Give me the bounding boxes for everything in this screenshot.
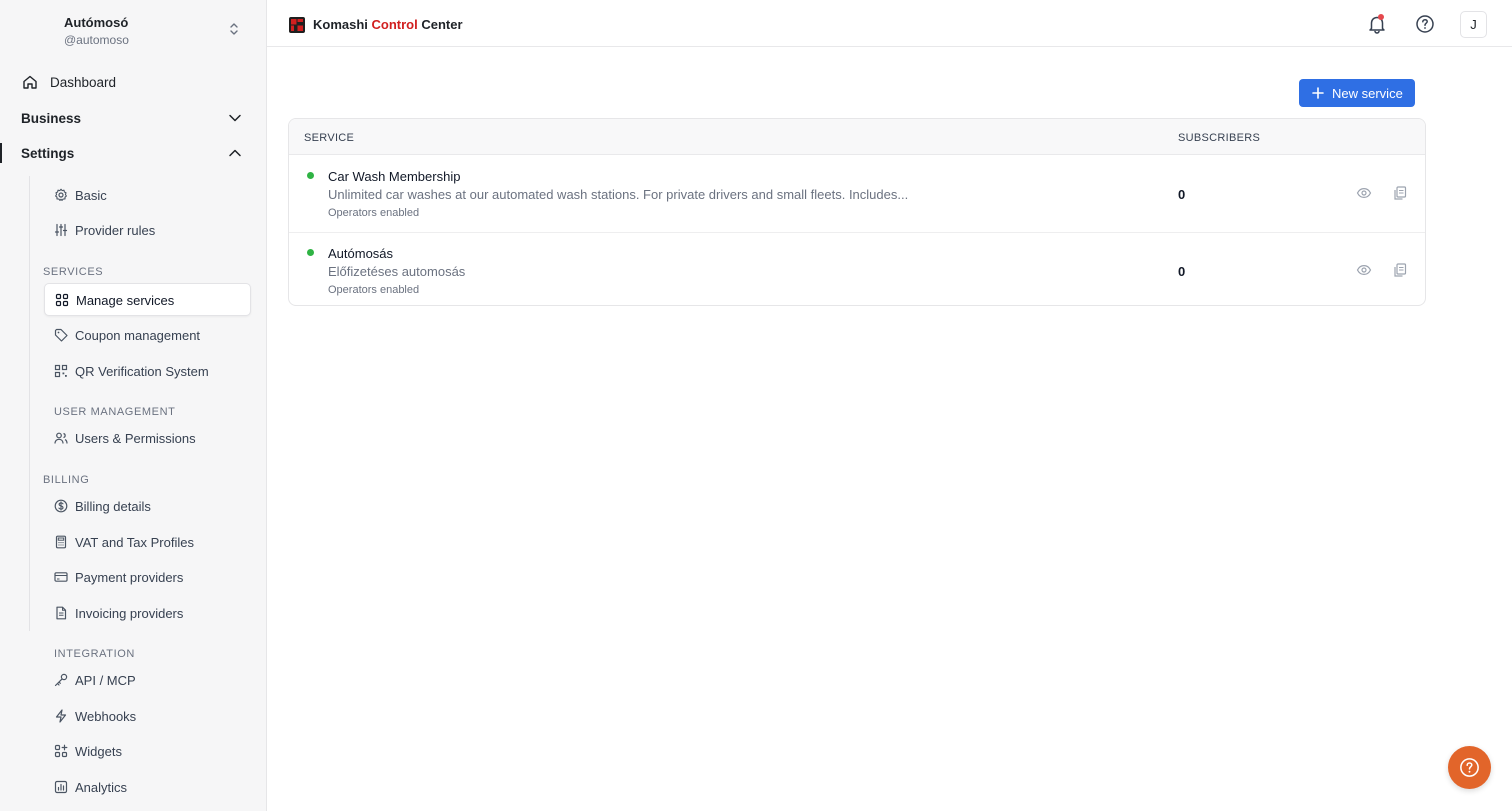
status-dot-active (307, 249, 314, 256)
chevron-updown-icon (230, 23, 238, 35)
help-chat-button[interactable] (1448, 746, 1491, 789)
home-icon (23, 75, 37, 89)
credit-card-icon (54, 572, 68, 582)
subscriber-count: 0 (1178, 187, 1186, 202)
brand-name: Komashi (313, 17, 372, 32)
question-circle-icon (1460, 758, 1479, 777)
sidebar-item-payment-providers[interactable]: Payment providers (44, 561, 251, 594)
file-invoice-icon (56, 606, 67, 620)
chevron-down-icon (229, 114, 241, 122)
sidebar-item-users-permissions[interactable]: Users & Permissions (44, 422, 251, 455)
users-icon (54, 432, 68, 444)
sidebar-item-webhooks-label: Webhooks (75, 709, 137, 724)
nav-dashboard[interactable]: Dashboard (0, 67, 267, 97)
sidebar: Autómosó @automoso Dashboard Business Se… (0, 0, 267, 811)
sidebar-item-billing-details[interactable]: Billing details (44, 490, 251, 523)
org-handle: @automoso (64, 33, 129, 47)
brand-logo-icon (289, 17, 305, 33)
sidebar-item-analytics-label: Analytics (75, 780, 128, 795)
service-meta: Operators enabled (328, 207, 420, 219)
bolt-icon (55, 709, 67, 723)
nav-business-label: Business (21, 111, 82, 126)
key-icon (54, 673, 68, 687)
dollar-circle-icon (54, 499, 68, 513)
section-heading-integration: INTEGRATION (54, 648, 135, 660)
sidebar-item-analytics[interactable]: Analytics (44, 771, 251, 804)
sidebar-item-vat-tax[interactable]: VAT and Tax Profiles (44, 526, 251, 559)
sidebar-item-webhooks[interactable]: Webhooks (44, 700, 251, 733)
widgets-icon (54, 744, 68, 758)
active-marker (0, 143, 2, 163)
plus-icon (1312, 87, 1324, 99)
copy-icon[interactable] (1392, 262, 1408, 278)
sidebar-item-coupon-management-label: Coupon management (75, 328, 201, 343)
nav-dashboard-label: Dashboard (50, 75, 117, 90)
sidebar-item-billing-details-label: Billing details (75, 499, 151, 514)
sidebar-item-payment-providers-label: Payment providers (75, 570, 184, 585)
sidebar-item-manage-services-label: Manage services (76, 293, 175, 308)
eye-icon[interactable] (1356, 185, 1372, 201)
sidebar-item-widgets[interactable]: Widgets (44, 735, 251, 768)
calculator-icon (55, 535, 67, 549)
status-dot-active (307, 172, 314, 179)
top-header: Komashi Control Center J (267, 0, 1512, 47)
sidebar-item-qr-verification-label: QR Verification System (75, 364, 209, 379)
org-switcher[interactable]: Autómosó @automoso (50, 13, 246, 51)
sidebar-item-users-permissions-label: Users & Permissions (75, 431, 196, 446)
services-table: SERVICE SUBSCRIBERS Car Wash Membership … (288, 118, 1426, 306)
column-header-service: SERVICE (304, 132, 355, 144)
sliders-icon (54, 223, 68, 237)
user-avatar[interactable]: J (1460, 11, 1487, 38)
sidebar-item-invoicing-providers-label: Invoicing providers (75, 606, 184, 621)
service-name: Car Wash Membership (328, 169, 461, 184)
chevron-up-icon (229, 149, 241, 157)
notification-badge (1378, 14, 1384, 20)
table-header: SERVICE SUBSCRIBERS (289, 119, 1425, 155)
sidebar-item-invoicing-providers[interactable]: Invoicing providers (44, 597, 251, 630)
sidebar-item-basic[interactable]: Basic (44, 179, 251, 212)
grid-icon (55, 293, 69, 307)
service-name: Autómosás (328, 246, 394, 261)
brand-accent: Control (371, 17, 418, 32)
nav-settings[interactable]: Settings (0, 138, 267, 168)
subscriber-count: 0 (1178, 264, 1186, 279)
sidebar-item-vat-tax-label: VAT and Tax Profiles (75, 535, 194, 550)
chart-icon (54, 780, 68, 794)
sidebar-item-provider-rules[interactable]: Provider rules (44, 214, 251, 247)
eye-icon[interactable] (1356, 262, 1372, 278)
submenu-rail (29, 176, 30, 631)
sidebar-item-basic-label: Basic (75, 188, 107, 203)
sidebar-item-api-mcp-label: API / MCP (75, 673, 136, 688)
service-meta: Operators enabled (328, 284, 420, 296)
qr-code-icon (54, 364, 68, 378)
new-service-button[interactable]: New service (1299, 79, 1415, 107)
brand-title: Komashi Control Center (313, 17, 463, 32)
section-heading-user-management: USER MANAGEMENT (54, 406, 176, 418)
tag-icon (54, 328, 68, 342)
sidebar-item-widgets-label: Widgets (75, 744, 122, 759)
table-row[interactable]: Autómosás Előfizetéses automosás Operato… (289, 232, 1425, 305)
column-header-subscribers: SUBSCRIBERS (1178, 132, 1261, 144)
help-button[interactable] (1413, 12, 1437, 36)
brand-suffix: Center (417, 17, 463, 32)
section-heading-billing: BILLING (43, 474, 90, 486)
org-name: Autómosó (64, 15, 129, 30)
nav-business[interactable]: Business (0, 103, 267, 133)
sidebar-item-coupon-management[interactable]: Coupon management (44, 319, 251, 352)
question-circle-icon (1416, 15, 1434, 33)
sidebar-item-api-mcp[interactable]: API / MCP (44, 664, 251, 697)
table-row[interactable]: Car Wash Membership Unlimited car washes… (289, 156, 1425, 232)
new-service-label: New service (1332, 86, 1403, 101)
gear-icon (55, 188, 67, 201)
service-description: Unlimited car washes at our automated wa… (328, 187, 909, 202)
notifications-button[interactable] (1365, 12, 1389, 36)
nav-settings-label: Settings (21, 146, 75, 161)
service-description: Előfizetéses automosás (328, 264, 466, 279)
copy-icon[interactable] (1392, 185, 1408, 201)
sidebar-item-provider-rules-label: Provider rules (75, 223, 156, 238)
sidebar-item-qr-verification[interactable]: QR Verification System (44, 355, 251, 388)
sidebar-item-manage-services[interactable]: Manage services (44, 283, 251, 316)
section-heading-services: SERVICES (43, 266, 104, 278)
bell-icon (1369, 16, 1385, 34)
